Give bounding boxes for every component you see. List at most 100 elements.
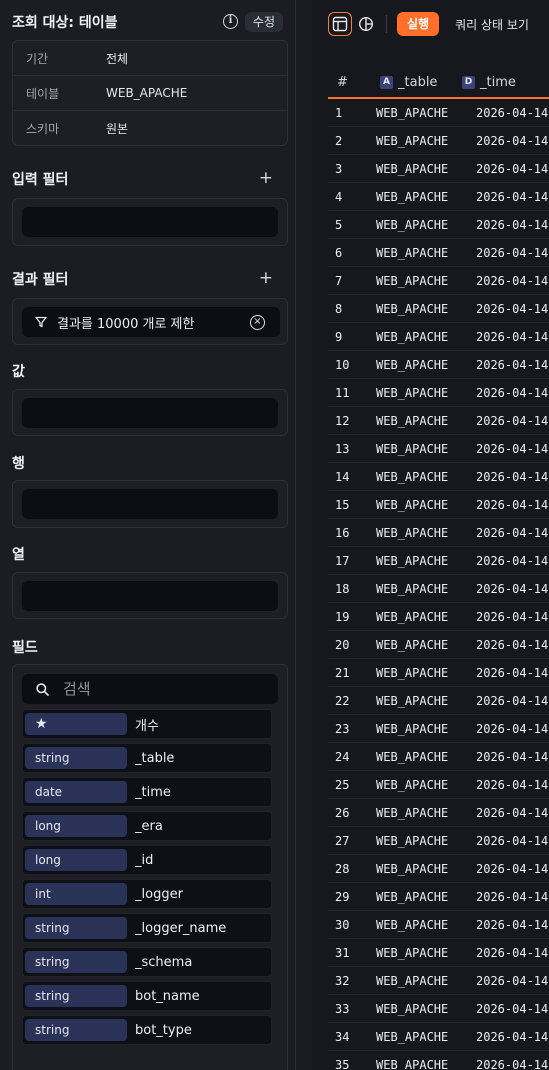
cell-table: WEB_APACHE: [376, 105, 449, 120]
field-type: string: [25, 1019, 127, 1041]
table-row[interactable]: 10 WEB_APACHE 2026-04-14: [328, 351, 549, 379]
table-row[interactable]: 11 WEB_APACHE 2026-04-14: [328, 379, 549, 407]
cell-time: 2026-04-14: [476, 357, 549, 372]
field-item[interactable]: string _logger_name: [22, 913, 272, 943]
field-type: date: [25, 781, 127, 803]
table-view-icon[interactable]: [328, 12, 352, 36]
cell-time: 2026-04-14: [476, 301, 549, 316]
table-row[interactable]: 6 WEB_APACHE 2026-04-14: [328, 239, 549, 267]
table-row[interactable]: 5 WEB_APACHE 2026-04-14: [328, 211, 549, 239]
table-row[interactable]: 21 WEB_APACHE 2026-04-14: [328, 659, 549, 687]
field-type: string: [25, 951, 127, 973]
field-search-input[interactable]: [63, 680, 253, 698]
table-row[interactable]: 31 WEB_APACHE 2026-04-14: [328, 939, 549, 967]
field-name: _logger: [135, 886, 183, 902]
table-row[interactable]: 16 WEB_APACHE 2026-04-14: [328, 519, 549, 547]
cell-time: 2026-04-14: [476, 805, 549, 820]
field-item[interactable]: string _schema: [22, 947, 272, 977]
field-item[interactable]: long _era: [22, 811, 272, 841]
table-row[interactable]: 19 WEB_APACHE 2026-04-14: [328, 603, 549, 631]
table-row[interactable]: 34 WEB_APACHE 2026-04-14: [328, 1023, 549, 1051]
query-config-panel: 조회 대상: 테이블 i 수정 기간 전체 테이블 WEB_APACHE 스키마…: [0, 0, 296, 1070]
field-item[interactable]: date _time: [22, 777, 272, 807]
table-row[interactable]: 23 WEB_APACHE 2026-04-14: [328, 715, 549, 743]
table-row[interactable]: 2 WEB_APACHE 2026-04-14: [328, 127, 549, 155]
result-toolbar: 실행 쿼리 상태 보기: [328, 12, 529, 36]
table-row[interactable]: 29 WEB_APACHE 2026-04-14: [328, 883, 549, 911]
input-filter-dropzone[interactable]: [22, 207, 278, 237]
table-row[interactable]: 33 WEB_APACHE 2026-04-14: [328, 995, 549, 1023]
row-index: 1: [335, 105, 343, 120]
query-status-button[interactable]: 쿼리 상태 보기: [455, 16, 529, 33]
panel-header: 조회 대상: 테이블 i 수정: [12, 12, 283, 32]
table-row[interactable]: 15 WEB_APACHE 2026-04-14: [328, 491, 549, 519]
field-item[interactable]: string _table: [22, 743, 272, 773]
row-index: 3: [335, 161, 343, 176]
table-row[interactable]: 4 WEB_APACHE 2026-04-14: [328, 183, 549, 211]
field-item[interactable]: string bot_name: [22, 981, 272, 1011]
table-row[interactable]: 14 WEB_APACHE 2026-04-14: [328, 463, 549, 491]
cell-time: 2026-04-14: [476, 581, 549, 596]
info-value: WEB_APACHE: [106, 86, 188, 100]
field-item[interactable]: long _id: [22, 845, 272, 875]
table-row[interactable]: 9 WEB_APACHE 2026-04-14: [328, 323, 549, 351]
values-dropzone[interactable]: [22, 398, 278, 428]
table-row[interactable]: 12 WEB_APACHE 2026-04-14: [328, 407, 549, 435]
table-row[interactable]: 17 WEB_APACHE 2026-04-14: [328, 547, 549, 575]
field-item[interactable]: string bot_type: [22, 1015, 272, 1045]
cell-table: WEB_APACHE: [376, 357, 449, 372]
row-index: 18: [335, 581, 350, 596]
values-label: 값: [12, 364, 25, 380]
table-row[interactable]: 24 WEB_APACHE 2026-04-14: [328, 743, 549, 771]
columns-dropzone[interactable]: [22, 581, 278, 611]
row-index: 23: [335, 721, 350, 736]
field-item[interactable]: int _logger: [22, 879, 272, 909]
result-limit-filter-chip[interactable]: 결과를 10000 개로 제한 ×: [22, 307, 280, 337]
column-header-table[interactable]: A _table: [360, 75, 462, 90]
cell-time: 2026-04-14: [476, 161, 549, 176]
table-row[interactable]: 30 WEB_APACHE 2026-04-14: [328, 911, 549, 939]
run-button[interactable]: 실행: [397, 12, 440, 36]
remove-filter-icon[interactable]: ×: [250, 314, 265, 330]
table-row[interactable]: 18 WEB_APACHE 2026-04-14: [328, 575, 549, 603]
table-row[interactable]: 7 WEB_APACHE 2026-04-14: [328, 267, 549, 295]
query-target-info: 기간 전체 테이블 WEB_APACHE 스키마 원본: [12, 40, 288, 146]
chart-view-icon[interactable]: [354, 12, 378, 36]
info-icon[interactable]: i: [223, 14, 238, 29]
field-type: string: [25, 917, 127, 939]
table-row[interactable]: 26 WEB_APACHE 2026-04-14: [328, 799, 549, 827]
field-name: _era: [135, 818, 163, 834]
cell-time: 2026-04-14: [476, 525, 549, 540]
row-index: 5: [335, 217, 343, 232]
table-row[interactable]: 25 WEB_APACHE 2026-04-14: [328, 771, 549, 799]
row-index: 19: [335, 609, 350, 624]
add-input-filter-button[interactable]: +: [259, 170, 273, 187]
result-filter-text: 결과를 10000 개로 제한: [57, 316, 195, 332]
table-row[interactable]: 13 WEB_APACHE 2026-04-14: [328, 435, 549, 463]
values-box: [12, 389, 288, 436]
table-row[interactable]: 35 WEB_APACHE 2026-04-14: [328, 1051, 549, 1070]
cell-table: WEB_APACHE: [376, 413, 449, 428]
result-filter-label: 결과 필터: [12, 272, 69, 288]
cell-time: 2026-04-14: [476, 1029, 549, 1044]
table-row[interactable]: 27 WEB_APACHE 2026-04-14: [328, 827, 549, 855]
field-type: string: [25, 985, 127, 1007]
table-row[interactable]: 22 WEB_APACHE 2026-04-14: [328, 687, 549, 715]
table-row[interactable]: 20 WEB_APACHE 2026-04-14: [328, 631, 549, 659]
cell-table: WEB_APACHE: [376, 441, 449, 456]
edit-button[interactable]: 수정: [244, 12, 283, 32]
rows-dropzone[interactable]: [22, 489, 278, 519]
table-row[interactable]: 28 WEB_APACHE 2026-04-14: [328, 855, 549, 883]
table-row[interactable]: 1 WEB_APACHE 2026-04-14: [328, 99, 549, 127]
cell-table: WEB_APACHE: [376, 301, 449, 316]
table-row[interactable]: 3 WEB_APACHE 2026-04-14: [328, 155, 549, 183]
table-row[interactable]: 8 WEB_APACHE 2026-04-14: [328, 295, 549, 323]
fields-label: 필드: [12, 640, 38, 656]
row-index: 16: [335, 525, 350, 540]
field-item-count[interactable]: ★ 개수: [22, 709, 272, 739]
add-result-filter-button[interactable]: +: [259, 270, 273, 287]
column-header-index[interactable]: #: [328, 75, 360, 90]
column-header-time[interactable]: D _time: [462, 75, 516, 90]
info-key: 기간: [26, 51, 49, 66]
table-row[interactable]: 32 WEB_APACHE 2026-04-14: [328, 967, 549, 995]
